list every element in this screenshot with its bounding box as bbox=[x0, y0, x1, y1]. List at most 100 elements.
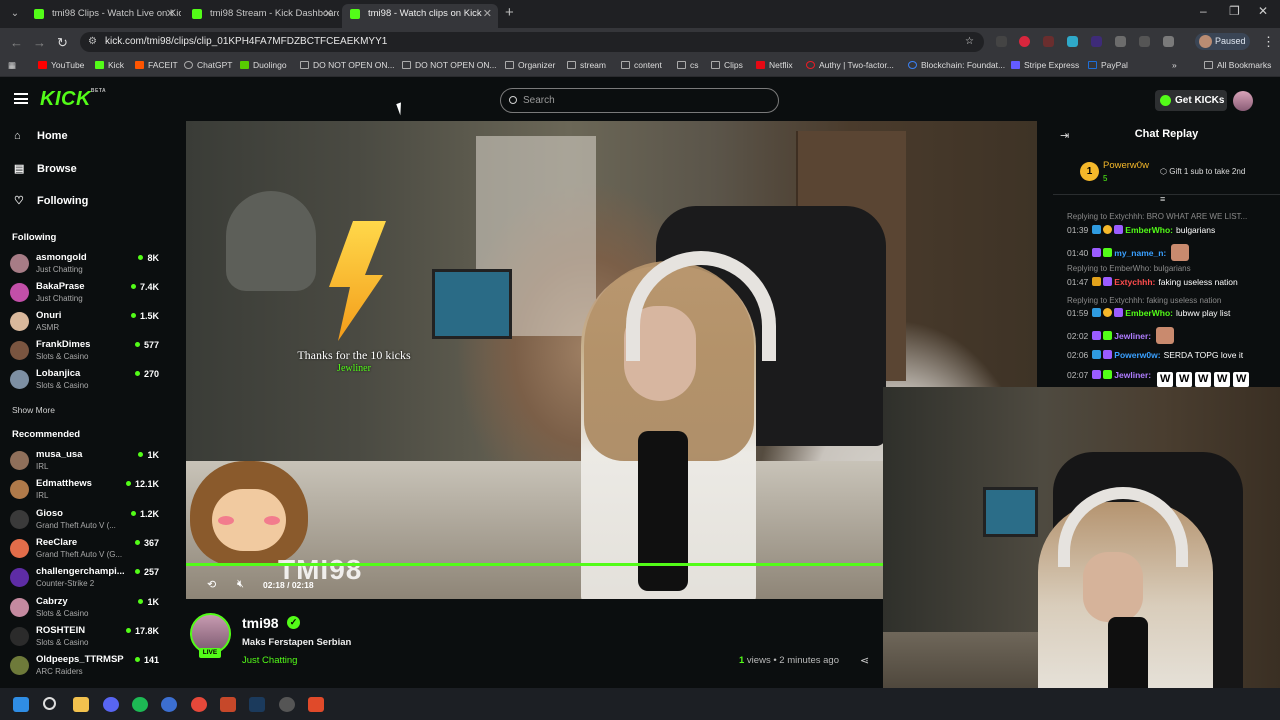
folder-icon bbox=[711, 61, 720, 69]
channel-item[interactable]: Oldpeeps_TTRMSP ARC Raiders 141 bbox=[10, 654, 160, 680]
close-tab-icon[interactable]: ✕ bbox=[324, 4, 333, 24]
kick-favicon-icon bbox=[350, 9, 360, 19]
nav-following[interactable]: ♡ Following bbox=[14, 194, 88, 207]
discord-icon[interactable] bbox=[103, 697, 119, 712]
address-bar[interactable]: ⚙ kick.com/tmi98/clips/clip_01KPH4FA7MFD… bbox=[80, 32, 984, 52]
bookmark-authy[interactable]: Authy | Two-factor... bbox=[806, 60, 894, 70]
message-user[interactable]: Jewliner: bbox=[1114, 331, 1151, 341]
extension-icon[interactable] bbox=[996, 36, 1007, 47]
channel-username[interactable]: tmi98 bbox=[242, 615, 279, 631]
message-user[interactable]: Extychhh: bbox=[1114, 277, 1155, 287]
extension-icon[interactable] bbox=[1019, 36, 1030, 47]
app-icon[interactable] bbox=[220, 697, 236, 712]
bookmark-star-icon[interactable]: ☆ bbox=[965, 32, 974, 52]
bookmark-kick[interactable]: Kick bbox=[95, 60, 124, 70]
clip-category-link[interactable]: Just Chatting bbox=[242, 655, 297, 666]
maximize-icon[interactable]: ❐ bbox=[1229, 4, 1240, 18]
spotify-icon[interactable] bbox=[132, 697, 148, 712]
file-explorer-icon[interactable] bbox=[73, 697, 89, 712]
tab-list-chevron-icon[interactable]: ⌄ bbox=[6, 5, 24, 23]
close-tab-icon[interactable]: ✕ bbox=[483, 4, 492, 24]
extensions-puzzle-icon[interactable] bbox=[1163, 36, 1174, 47]
message-user[interactable]: my_name_n: bbox=[1114, 248, 1166, 258]
app-icon[interactable] bbox=[161, 697, 177, 712]
bookmark-folder[interactable]: Clips bbox=[711, 60, 743, 70]
app-icon[interactable] bbox=[279, 697, 295, 712]
message-user[interactable]: EmberWho: bbox=[1125, 308, 1173, 318]
extension-icon[interactable] bbox=[1067, 36, 1078, 47]
channel-item[interactable]: Edmatthews IRL 12.1K bbox=[10, 478, 160, 504]
apps-grid-icon[interactable]: ▦ bbox=[8, 60, 16, 71]
extension-icon[interactable] bbox=[1139, 36, 1150, 47]
bookmark-chatgpt[interactable]: ChatGPT bbox=[184, 60, 232, 70]
bookmark-folder[interactable]: content bbox=[621, 60, 662, 70]
channel-item[interactable]: ROSHTEIN Slots & Casino 17.8K bbox=[10, 625, 160, 651]
bookmark-folder[interactable]: DO NOT OPEN ON... bbox=[402, 60, 497, 70]
search-icon[interactable] bbox=[43, 697, 56, 710]
bookmark-faceit[interactable]: FACEIT bbox=[135, 60, 178, 70]
bookmark-folder[interactable]: stream bbox=[567, 60, 606, 70]
windows-start-icon[interactable] bbox=[13, 697, 29, 712]
channel-item[interactable]: FrankDimes Slots & Casino 577 bbox=[10, 339, 160, 365]
pinned-toggle-icon[interactable]: ≡ bbox=[1160, 194, 1165, 204]
browser-tab[interactable]: tmi98 Stream - Kick Dashboard ✕ bbox=[184, 4, 339, 28]
browser-tab[interactable]: tmi98 Clips - Watch Live on Kick ✕ bbox=[26, 4, 181, 28]
extension-icon[interactable] bbox=[1091, 36, 1102, 47]
mute-speaker-icon[interactable]: 🔇︎ bbox=[237, 578, 244, 591]
channel-item[interactable]: ReeClare Grand Theft Auto V (G... 367 bbox=[10, 537, 160, 563]
chat-title: Chat Replay bbox=[1134, 128, 1199, 140]
message-user[interactable]: EmberWho: bbox=[1125, 225, 1173, 235]
nav-home[interactable]: ⌂ Home bbox=[14, 130, 68, 142]
profile-button[interactable]: Paused bbox=[1195, 33, 1250, 50]
reload-icon[interactable]: ↻ bbox=[57, 35, 68, 51]
channel-name: BakaPrase bbox=[36, 281, 85, 292]
bookmark-stripe[interactable]: Stripe Express bbox=[1011, 60, 1079, 70]
menu-hamburger-icon[interactable] bbox=[14, 93, 28, 104]
steam-icon[interactable] bbox=[249, 697, 265, 712]
bookmark-folder[interactable]: cs bbox=[677, 60, 699, 70]
channel-item[interactable]: Gioso Grand Theft Auto V (... 1.2K bbox=[10, 508, 160, 534]
replay-icon[interactable]: ⟲ bbox=[207, 578, 216, 591]
site-info-icon[interactable]: ⚙ bbox=[88, 32, 97, 52]
channel-item[interactable]: challengerchampi... Counter-Strike 2 257 bbox=[10, 566, 160, 592]
bookmark-netflix[interactable]: Netflix bbox=[756, 60, 793, 70]
bookmark-paypal[interactable]: PayPal bbox=[1088, 60, 1128, 70]
bookmark-folder[interactable]: DO NOT OPEN ON... bbox=[300, 60, 395, 70]
gift-sub-button[interactable]: ⬡ Gift 1 sub to take 2nd bbox=[1160, 167, 1245, 176]
top-gifter-name[interactable]: Powerw0w bbox=[1103, 160, 1149, 171]
forward-arrow-icon[interactable]: → bbox=[33, 35, 46, 50]
brave-icon[interactable] bbox=[308, 697, 324, 712]
kick-logo[interactable]: KICKBETA bbox=[40, 88, 106, 111]
extension-icon[interactable] bbox=[1115, 36, 1126, 47]
bookmark-folder[interactable]: Organizer bbox=[505, 60, 555, 70]
bookmark-blockchain[interactable]: Blockchain: Foundat... bbox=[908, 60, 1005, 70]
channel-item[interactable]: Onuri ASMR 1.5K bbox=[10, 310, 160, 336]
bookmarks-overflow-icon[interactable]: » bbox=[1172, 60, 1177, 70]
message-user[interactable]: Jewliner: bbox=[1114, 370, 1151, 380]
bookmark-youtube[interactable]: YouTube bbox=[38, 60, 84, 70]
browser-tab-active[interactable]: tmi98 - Watch clips on Kick ✕ bbox=[342, 4, 498, 28]
chrome-icon[interactable] bbox=[191, 697, 207, 712]
nav-browse[interactable]: ▤ Browse bbox=[14, 162, 77, 175]
channel-item[interactable]: Cabrzy Slots & Casino 1K bbox=[10, 596, 160, 622]
get-kicks-button[interactable]: Get KICKs bbox=[1155, 90, 1227, 111]
kicks-coin-icon bbox=[1160, 95, 1171, 106]
share-icon[interactable]: ⋖ bbox=[860, 654, 869, 667]
channel-item[interactable]: Lobanjica Slots & Casino 270 bbox=[10, 368, 160, 394]
new-tab-plus-icon[interactable]: + bbox=[505, 4, 514, 21]
message-user[interactable]: Powerw0w: bbox=[1114, 350, 1160, 360]
user-avatar[interactable] bbox=[1233, 91, 1253, 111]
minimize-icon[interactable]: – bbox=[1200, 4, 1207, 18]
show-more-button[interactable]: Show More bbox=[12, 405, 55, 415]
bookmark-duolingo[interactable]: Duolingo bbox=[240, 60, 287, 70]
extension-icon[interactable] bbox=[1043, 36, 1054, 47]
close-tab-icon[interactable]: ✕ bbox=[166, 4, 175, 24]
channel-item[interactable]: asmongold Just Chatting 8K bbox=[10, 252, 160, 278]
search-input[interactable]: Search bbox=[500, 88, 779, 113]
all-bookmarks[interactable]: All Bookmarks bbox=[1204, 60, 1271, 70]
close-window-icon[interactable]: ✕ bbox=[1258, 4, 1268, 18]
back-arrow-icon[interactable]: ← bbox=[10, 35, 23, 50]
channel-item[interactable]: musa_usa IRL 1K bbox=[10, 449, 160, 475]
browser-menu-icon[interactable]: ⋮ bbox=[1262, 34, 1275, 50]
channel-item[interactable]: BakaPrase Just Chatting 7.4K bbox=[10, 281, 160, 307]
